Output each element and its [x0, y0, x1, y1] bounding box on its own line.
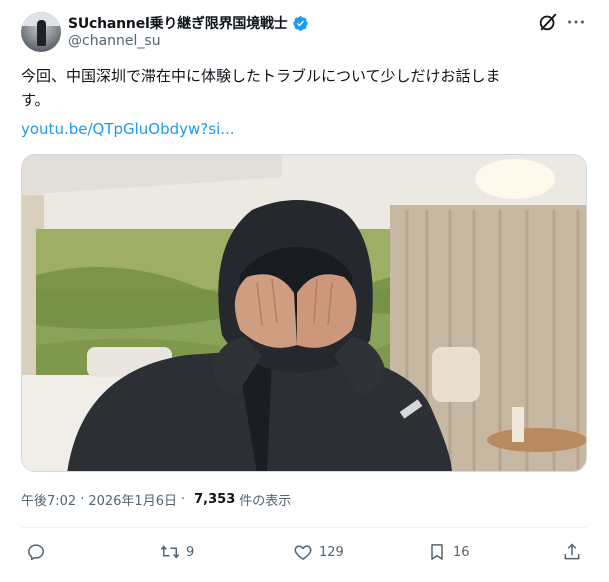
- handle[interactable]: @channel_su: [68, 33, 161, 49]
- views-count: 7,353: [194, 492, 236, 507]
- share-icon: [564, 543, 580, 560]
- bookmark-icon: [431, 544, 443, 560]
- more-icon[interactable]: [565, 11, 587, 33]
- bookmark-count: 16: [453, 544, 470, 560]
- retweet-icon: [160, 545, 180, 559]
- retweet-count: 9: [186, 544, 195, 560]
- reply-button[interactable]: [26, 540, 46, 564]
- divider: [21, 527, 587, 528]
- tweet: SUchannel乗り継ぎ限界国境戦士 @channel_su 今回、中国深圳で…: [0, 0, 609, 582]
- verified-badge-icon: [292, 15, 308, 31]
- photo-hotel-room-hooded-man: [22, 155, 586, 471]
- tweet-text: 今回、中国深圳で滞在中に体験したトラブルについて少しだけお話しま す。: [21, 64, 591, 112]
- avatar[interactable]: [21, 12, 61, 52]
- display-name[interactable]: SUchannel乗り継ぎ限界国境戦士: [68, 13, 288, 33]
- tweet-link[interactable]: youtu.be/QTpGluObdyw?si...: [21, 120, 235, 138]
- author-name-line: SUchannel乗り継ぎ限界国境戦士: [68, 13, 309, 33]
- grok-icon[interactable]: [537, 11, 559, 33]
- tweet-date[interactable]: 2026年1月6日: [88, 490, 177, 509]
- retweet-button[interactable]: 9: [160, 540, 194, 564]
- reply-icon: [28, 544, 44, 561]
- bookmark-button[interactable]: 16: [427, 540, 470, 564]
- like-icon: [294, 545, 312, 560]
- tweet-meta: 午後7:02 · 2026年1月6日 · 7,353 件の表示: [21, 490, 292, 509]
- tweet-photo[interactable]: [21, 154, 587, 472]
- views-label: 件の表示: [239, 494, 292, 509]
- share-button[interactable]: [562, 540, 582, 564]
- like-button[interactable]: 129: [293, 540, 344, 564]
- like-count: 129: [319, 544, 344, 560]
- tweet-time[interactable]: 午後7:02: [21, 490, 76, 509]
- tweet-text-content: 今回、中国深圳で滞在中に体験したトラブルについて少しだけお話しま す。: [21, 67, 501, 109]
